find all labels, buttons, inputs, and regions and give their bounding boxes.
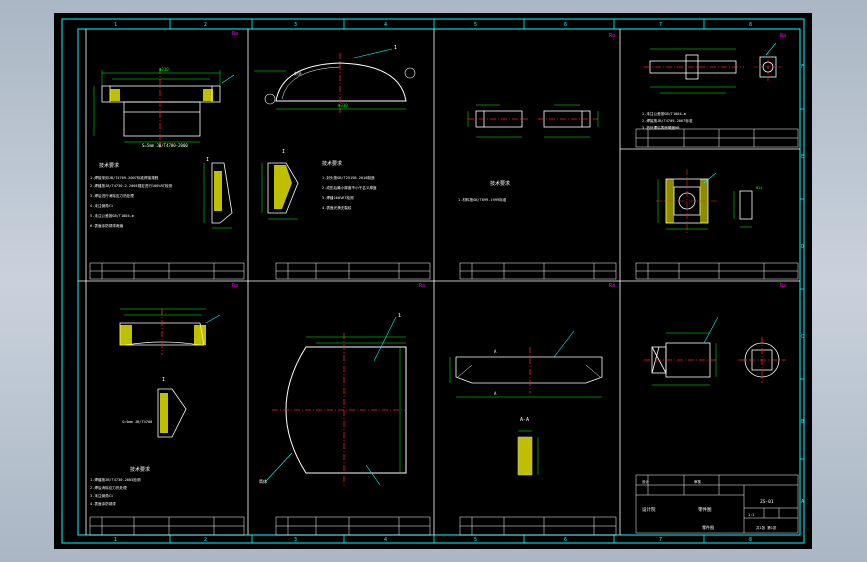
note-line: 2.成形后最小厚度不小于名义厚度	[322, 185, 377, 190]
zone-number: 4	[384, 22, 387, 28]
svg-text:Ra: Ra	[780, 33, 786, 39]
part-label: 封头	[294, 70, 302, 76]
svg-text:Φ330: Φ330	[159, 67, 169, 72]
svg-text:Ra: Ra	[609, 283, 615, 289]
zone-number: 4	[384, 537, 387, 543]
panel-1-flange: Φ330 S=5mm JB/T4700-2000 I 技术要求 1.焊接采用JB…	[90, 31, 238, 229]
panel-8-bar: A A A-A Ra	[449, 283, 615, 476]
zone-number: 8	[749, 537, 752, 543]
zone-letter: E	[801, 154, 804, 160]
zone-number: 5	[474, 537, 477, 543]
zone-number: 2	[204, 22, 207, 28]
inner-border	[77, 28, 801, 536]
cad-drawing: 1 2 3 4 5 6 7 8 1 2 3 4 5 6 7 8 F E D C …	[61, 18, 805, 544]
panel-3-shafts: 技术要求 1.材料按GB/T699-1999标准 Ra	[458, 33, 615, 202]
drawing-number: ZS-01	[760, 499, 774, 505]
zone-number: 3	[294, 22, 297, 28]
note-line: 4.表面涂防锈漆	[90, 501, 116, 506]
note-line: 1.未注公差按GB/T1804-m	[642, 111, 686, 116]
panel-7-shell: 1 筒体 Ra	[259, 283, 425, 486]
svg-text:Ra: Ra	[232, 283, 238, 289]
note-line: 1.材料按GB/T699-1999标准	[458, 197, 507, 202]
note-title: 技术要求	[130, 466, 150, 473]
zone-number: 1	[114, 22, 117, 28]
svg-text:Ra: Ra	[232, 31, 238, 37]
note-title: 技术要求	[322, 160, 342, 167]
zone-number: 6	[564, 537, 567, 543]
note-line: 4.表面光滑无裂纹	[322, 205, 352, 210]
drawing-sheet: 1 2 3 4 5 6 7 8 1 2 3 4 5 6 7 8 F E D C …	[54, 13, 812, 549]
zone-number: 3	[294, 537, 297, 543]
note-line: 3.焊缝100%RT检测	[322, 195, 354, 200]
view-label: A	[494, 349, 497, 354]
panel-6-ring: I S=5mm JB/T4700 技术要求 1.焊缝按JB/T4730-2005…	[90, 283, 238, 506]
panel-4-pin: 1.未注公差按GB/T1804-m 2.焊接按JB/T4709-2007标准 3…	[642, 33, 786, 130]
part-label: 筒体	[259, 478, 267, 484]
svg-text:Φ330: Φ330	[338, 103, 348, 108]
note-line: 2.焊接按JB/T4709-2007标准	[642, 118, 693, 123]
zone-number: 1	[114, 537, 117, 543]
zone-letter: F	[801, 64, 804, 70]
note-line: 1.焊缝按JB/T4730-2005检测	[90, 477, 141, 482]
title-label: 设计	[642, 479, 650, 484]
zone-letter: A	[801, 499, 804, 505]
zone-number: 6	[564, 22, 567, 28]
zone-letter: B	[801, 419, 804, 425]
scale-value: 1:1	[748, 513, 754, 517]
panel-dividers	[78, 29, 800, 535]
svg-text:I: I	[162, 377, 165, 383]
title-label: 审核	[694, 479, 702, 484]
note-line: 3.热处理后表面硬度HB	[642, 125, 679, 130]
view-label: A	[494, 391, 497, 396]
zone-number: 7	[659, 537, 662, 543]
zone-number: 8	[749, 22, 752, 28]
zone-numbers: 1 2 3 4 5 6 7 8 1 2 3 4 5 6 7 8 F E D C …	[114, 22, 804, 543]
zone-letter: D	[801, 244, 804, 250]
weld-label: S=5mm JB/T4700-2000	[142, 143, 188, 148]
section-label: A-A	[520, 417, 529, 423]
svg-text:1: 1	[394, 45, 397, 51]
svg-text:Ra: Ra	[609, 33, 615, 39]
note-line: 3.焊后进行消除应力热处理	[90, 193, 134, 198]
company-name: 设计院	[642, 506, 656, 513]
panel-5-block: Φ14	[656, 169, 763, 233]
note-line: 2.焊后消除应力热处理	[90, 485, 127, 490]
svg-text:Φ14: Φ14	[756, 186, 763, 190]
svg-text:I: I	[282, 149, 285, 155]
zone-number: 2	[204, 537, 207, 543]
sheet-count: 共1张 第1张	[756, 525, 777, 530]
note-line: 2.焊缝按JB/T4730.2-2005规定进行100%RT检测	[90, 183, 173, 188]
note-line: 3.未注倒角C1	[90, 493, 113, 498]
panel-2-dished-head: 1 Φ330 I 技术要求 1.封头按GB/T25198-2010制造 2.成形…	[254, 45, 416, 220]
panel-label: 零件图	[702, 524, 714, 530]
zone-letter: C	[801, 334, 804, 340]
note-line: 1.封头按GB/T25198-2010制造	[322, 175, 375, 180]
note-line: 4.未注倒角C1	[90, 203, 113, 208]
svg-text:Ra: Ra	[419, 283, 425, 289]
svg-text:Ra: Ra	[780, 283, 786, 289]
note-title: 技术要求	[490, 180, 510, 187]
note-line: 6.表面涂防锈漆两遍	[90, 223, 123, 228]
note-line: 1.焊接采用JB/T4709-2007标准焊接规程	[90, 175, 159, 180]
zone-number: 7	[659, 22, 662, 28]
note-title: 技术要求	[99, 162, 119, 169]
svg-text:I: I	[206, 157, 209, 163]
svg-text:1: 1	[398, 313, 401, 319]
zone-number: 5	[474, 22, 477, 28]
title-block: 设计院 零件图 ZS-01 1:1 共1张 第1张 设计 审核 零件图	[642, 479, 777, 530]
note-line: 5.未注公差按GB/T1804-m	[90, 213, 134, 218]
drawing-title: 零件图	[698, 506, 712, 513]
panel-9-stepped-pin: Ra	[644, 283, 786, 386]
weld-label: S=5mm JB/T4700	[122, 420, 152, 424]
